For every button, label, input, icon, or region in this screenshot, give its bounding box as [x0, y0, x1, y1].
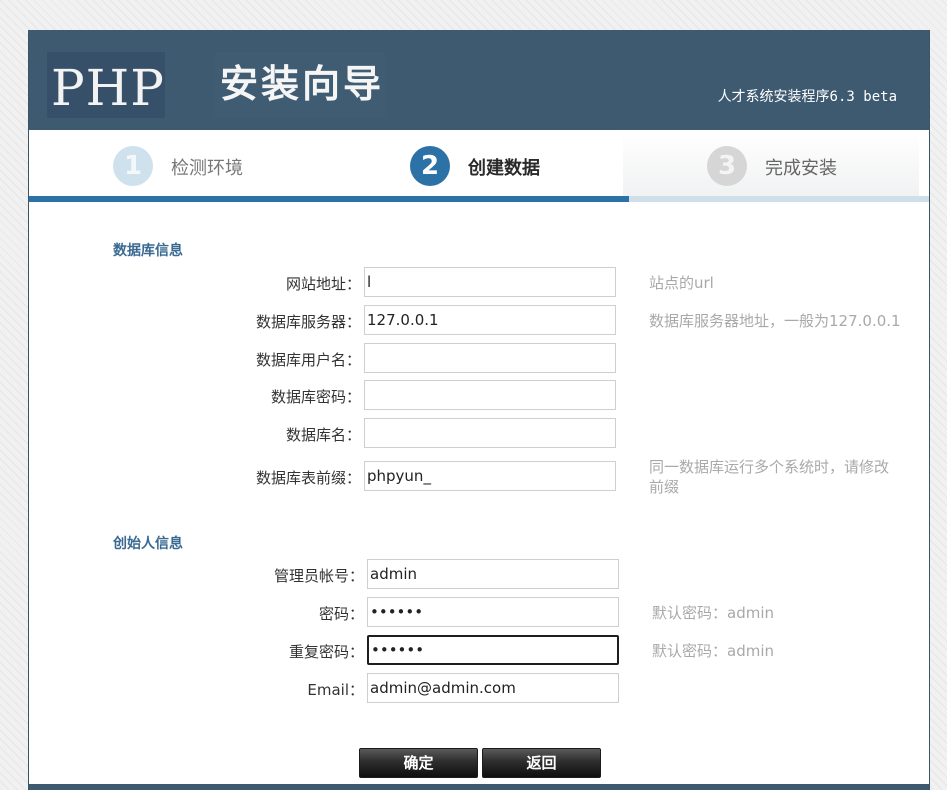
site-url-hint: 站点的url — [649, 274, 714, 292]
founder-section-title: 创始人信息 — [113, 536, 183, 552]
repeat-password-input[interactable] — [367, 635, 619, 665]
site-url-row: 网站地址： 站点的url — [29, 267, 929, 297]
php-logo: PHP — [51, 59, 165, 117]
step-1-number: 1 — [113, 146, 153, 186]
step-3-label: 完成安装 — [765, 158, 837, 179]
table-prefix-hint: 同一数据库运行多个系统时，请修改前缀 — [649, 458, 890, 496]
email-label: Email： — [307, 681, 364, 699]
progress-bar — [29, 196, 929, 202]
table-prefix-label: 数据库表前缀： — [255, 469, 361, 487]
db-host-row: 数据库服务器： 数据库服务器地址，一般为127.0.0.1 — [29, 305, 929, 335]
password-hint: 默认密码：admin — [652, 604, 775, 622]
step-2-label: 创建数据 — [468, 158, 540, 179]
step-3-number: 3 — [707, 146, 747, 186]
wizard-title: 安装向导 — [220, 61, 385, 106]
db-host-input[interactable] — [364, 305, 616, 335]
admin-account-label: 管理员帐号： — [273, 567, 364, 585]
db-password-label: 数据库密码： — [270, 388, 361, 406]
installer-window: PHP 安装向导 人才系统安装程序6.3 beta 1 检测环境 2 创建数据 … — [28, 30, 930, 790]
progress-bar-fill — [29, 196, 629, 202]
header: PHP 安装向导 人才系统安装程序6.3 beta — [29, 30, 929, 130]
confirm-button[interactable]: 确定 — [359, 748, 478, 778]
email-row: Email： — [29, 673, 929, 703]
db-name-row: 数据库名： — [29, 418, 929, 448]
db-name-label: 数据库名： — [285, 426, 361, 444]
db-host-label: 数据库服务器： — [255, 313, 361, 331]
db-host-hint: 数据库服务器地址，一般为127.0.0.1 — [649, 312, 901, 330]
table-prefix-row: 数据库表前缀： 同一数据库运行多个系统时，请修改前缀 — [29, 458, 929, 496]
password-input[interactable] — [367, 597, 619, 627]
step-1-label: 检测环境 — [171, 158, 243, 179]
password-row: 密码： 默认密码：admin — [29, 597, 929, 627]
db-user-row: 数据库用户名： — [29, 343, 929, 373]
db-password-input[interactable] — [364, 380, 616, 410]
table-prefix-input[interactable] — [364, 461, 616, 491]
admin-account-row: 管理员帐号： — [29, 559, 929, 589]
version-text: 人才系统安装程序6.3 beta — [717, 89, 897, 105]
db-password-row: 数据库密码： — [29, 380, 929, 410]
site-url-label: 网站地址： — [285, 275, 361, 293]
site-url-input[interactable] — [364, 267, 616, 297]
db-user-input[interactable] — [364, 343, 616, 373]
email-input[interactable] — [367, 673, 619, 703]
repeat-password-hint: 默认密码：admin — [652, 642, 775, 660]
repeat-password-row: 重复密码： 默认密码：admin — [29, 635, 929, 665]
db-name-input[interactable] — [364, 418, 616, 448]
repeat-password-label: 重复密码： — [288, 643, 364, 661]
step-2-number: 2 — [410, 146, 450, 186]
back-button[interactable]: 返回 — [482, 748, 601, 778]
db-section-title: 数据库信息 — [113, 243, 183, 259]
step-indicator: 1 检测环境 2 创建数据 3 完成安装 — [29, 130, 929, 206]
footer-bar — [29, 784, 929, 790]
db-user-label: 数据库用户名： — [255, 351, 361, 369]
password-label: 密码： — [318, 605, 364, 623]
admin-account-input[interactable] — [367, 559, 619, 589]
